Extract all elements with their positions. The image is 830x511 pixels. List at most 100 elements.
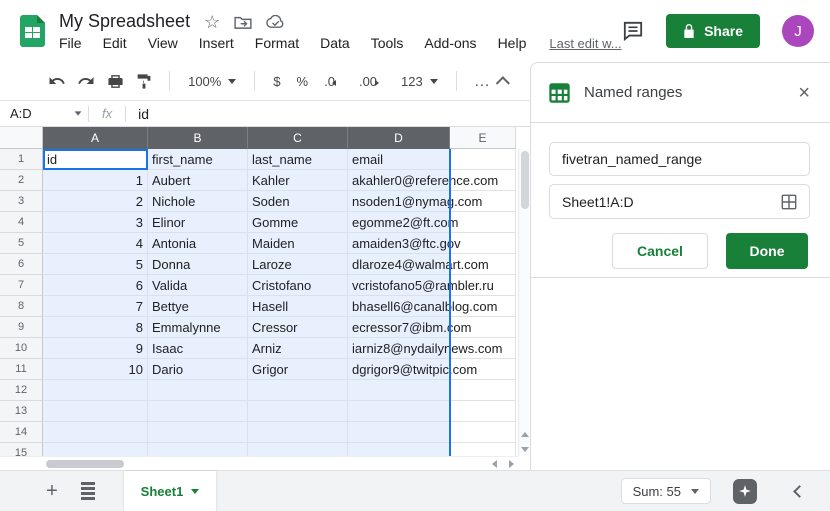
cell[interactable]: 8 [43,317,148,338]
cell[interactable]: Cristofano [248,275,348,296]
share-button[interactable]: Share [666,14,760,48]
cell[interactable]: 10 [43,359,148,380]
format-percent-button[interactable]: % [291,74,315,89]
decrease-decimal-button[interactable]: .0 [318,74,349,89]
vertical-scrollbar[interactable] [518,149,530,456]
column-header-A[interactable]: A [43,127,148,149]
menu-add-ons[interactable]: Add-ons [424,35,476,51]
row-header-1[interactable]: 1 [0,149,43,170]
cell[interactable]: 2 [43,191,148,212]
cell[interactable]: Maiden [248,233,348,254]
menu-insert[interactable]: Insert [199,35,234,51]
cell[interactable]: Cressor [248,317,348,338]
cell[interactable]: Isaac [148,338,248,359]
explore-button[interactable] [733,479,757,504]
row-header-11[interactable]: 11 [0,359,43,380]
cell[interactable] [348,422,450,443]
range-name-input[interactable]: fivetran_named_range [549,142,810,176]
last-edit-link[interactable]: Last edit w... [549,36,621,51]
add-sheet-icon[interactable]: + [40,479,64,503]
row-header-5[interactable]: 5 [0,233,43,254]
format-currency-button[interactable]: $ [267,74,286,89]
cell[interactable] [148,380,248,401]
cell[interactable]: nsoden1@nymag.com [348,191,450,212]
scroll-right-icon[interactable] [509,460,514,468]
collapse-toolbar-icon[interactable] [496,76,510,90]
cell[interactable] [450,422,516,443]
row-header-13[interactable]: 13 [0,401,43,422]
cell[interactable]: Antonia [148,233,248,254]
sheets-logo-icon[interactable] [20,15,45,47]
row-header-15[interactable]: 15 [0,443,43,456]
row-header-2[interactable]: 2 [0,170,43,191]
cell[interactable] [348,401,450,422]
cell[interactable]: 3 [43,212,148,233]
cell[interactable]: dlaroze4@walmart.com [348,254,450,275]
done-button[interactable]: Done [726,233,808,269]
cell[interactable]: Gomme [248,212,348,233]
select-all-corner[interactable] [0,127,43,149]
cell[interactable]: Laroze [248,254,348,275]
menu-file[interactable]: File [59,35,82,51]
name-box[interactable]: A:D [0,106,88,121]
cell[interactable]: 1 [43,170,148,191]
vertical-scroll-thumb[interactable] [521,151,529,209]
cell[interactable] [450,149,516,170]
cell[interactable] [248,422,348,443]
row-header-4[interactable]: 4 [0,212,43,233]
undo-icon[interactable] [44,68,69,94]
row-header-9[interactable]: 9 [0,317,43,338]
cell[interactable]: amaiden3@ftc.gov [348,233,450,254]
cell[interactable] [450,212,516,233]
menu-view[interactable]: View [148,35,178,51]
increase-decimal-button[interactable]: .00 [353,74,391,89]
menu-help[interactable]: Help [498,35,527,51]
cell[interactable]: akahler0@reference.com [348,170,450,191]
row-header-3[interactable]: 3 [0,191,43,212]
cell[interactable] [148,401,248,422]
toolbar-overflow-button[interactable]: ... [469,73,497,90]
cell[interactable]: Kahler [248,170,348,191]
cell[interactable] [43,401,148,422]
cloud-saved-icon[interactable] [266,15,285,29]
cell[interactable]: Hasell [248,296,348,317]
menu-edit[interactable]: Edit [103,35,127,51]
cell[interactable]: Elinor [148,212,248,233]
cell[interactable]: vcristofano5@rambler.ru [348,275,450,296]
column-header-C[interactable]: C [248,127,348,149]
row-header-12[interactable]: 12 [0,380,43,401]
row-header-10[interactable]: 10 [0,338,43,359]
cell[interactable]: iarniz8@nydailynews.com [348,338,450,359]
cell[interactable] [450,443,516,456]
avatar[interactable]: J [782,15,814,47]
cell[interactable]: last_name [248,149,348,170]
cell[interactable]: first_name [148,149,248,170]
formula-input[interactable]: id [126,106,149,122]
cell[interactable]: Arniz [248,338,348,359]
cell[interactable]: bhasell6@canalblog.com [348,296,450,317]
select-data-range-icon[interactable] [781,194,797,210]
cell[interactable]: Aubert [148,170,248,191]
horizontal-scroll-thumb[interactable] [46,460,124,468]
column-header-E[interactable]: E [450,127,516,149]
cell[interactable] [348,443,450,456]
cell[interactable]: 7 [43,296,148,317]
cell[interactable]: Nichole [148,191,248,212]
document-title[interactable]: My Spreadsheet [59,11,190,32]
scroll-down-icon[interactable] [521,447,529,452]
star-icon[interactable]: ☆ [204,13,220,31]
column-header-D[interactable]: D [348,127,450,149]
redo-icon[interactable] [73,68,98,94]
cell[interactable]: Donna [148,254,248,275]
cell[interactable] [248,380,348,401]
row-header-14[interactable]: 14 [0,422,43,443]
all-sheets-icon[interactable] [76,479,100,503]
range-ref-input[interactable]: Sheet1!A:D [549,184,810,219]
cell[interactable]: 9 [43,338,148,359]
move-folder-icon[interactable] [234,15,252,29]
cell[interactable] [43,380,148,401]
row-header-8[interactable]: 8 [0,296,43,317]
close-icon[interactable]: × [798,83,810,103]
cell[interactable]: Soden [248,191,348,212]
row-header-7[interactable]: 7 [0,275,43,296]
